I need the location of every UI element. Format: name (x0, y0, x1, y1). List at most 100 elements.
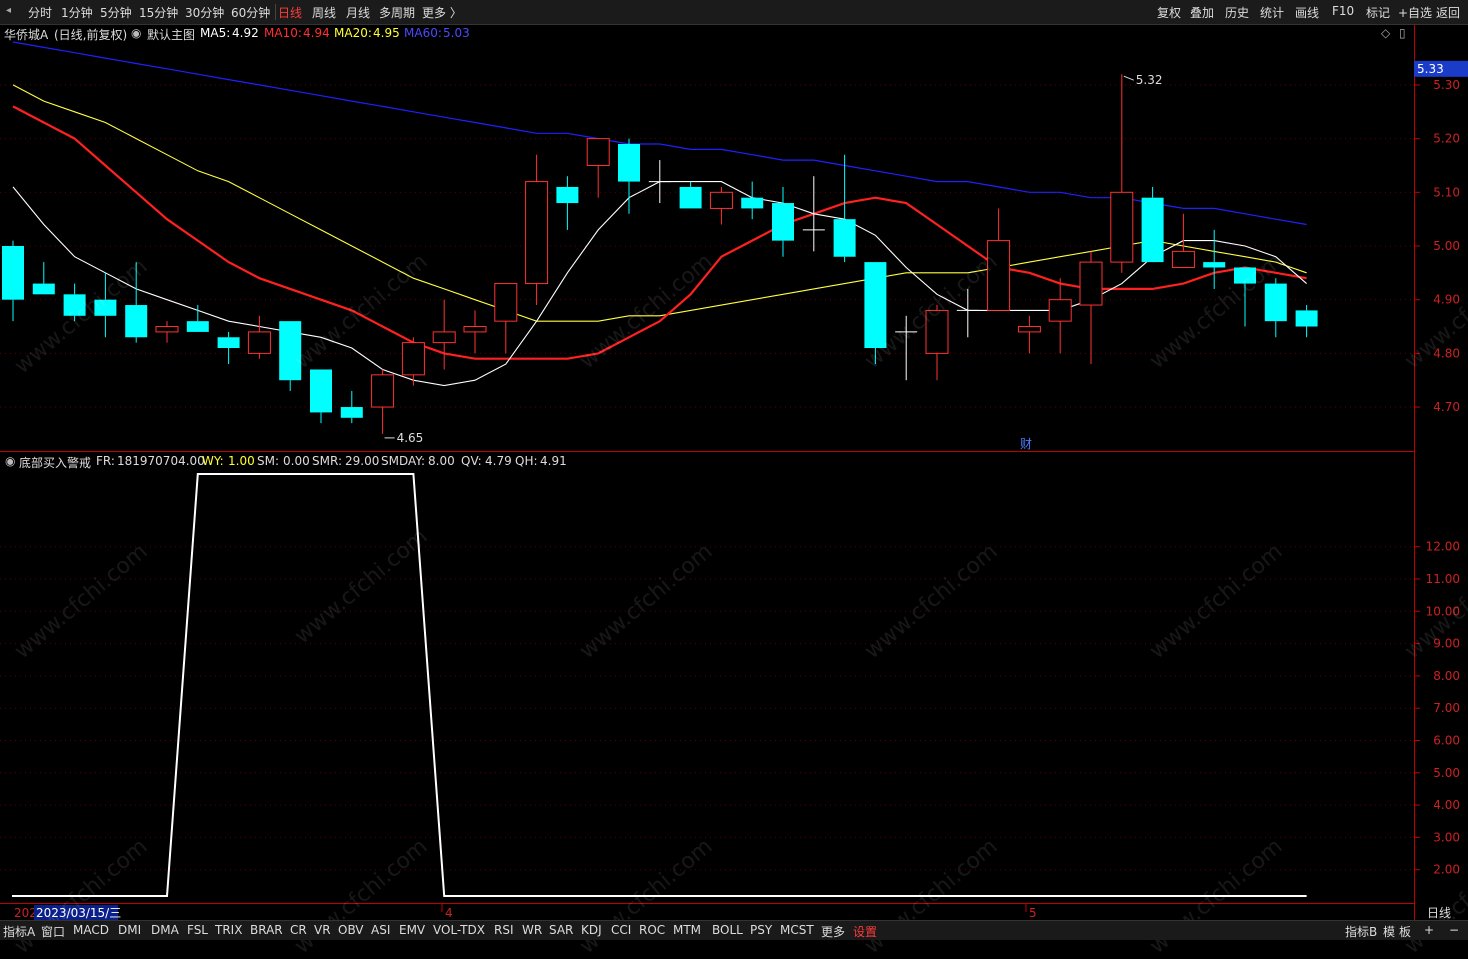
tab-mcst[interactable]: MCST (780, 923, 814, 937)
candle-up[interactable] (709, 191, 733, 209)
ma60-value: 5.03 (443, 26, 470, 40)
wy-label: WY: (202, 454, 224, 468)
qv-label: QV: (461, 454, 482, 468)
tab-window[interactable]: 窗口 (41, 923, 65, 940)
template-gear-icon[interactable]: ◉ (131, 26, 141, 40)
tab-more[interactable]: 更多 (821, 923, 845, 940)
candle-up[interactable] (1110, 191, 1134, 263)
indicator-line (12, 473, 1307, 897)
ma10-label: MA10: (264, 26, 302, 40)
panel-toggle-icon[interactable]: ▯ (1399, 26, 1406, 40)
tab-settings[interactable]: 设置 (853, 923, 877, 940)
tab-cr[interactable]: CR (290, 923, 307, 937)
candle-up[interactable] (463, 326, 487, 333)
ma20-value: 4.95 (373, 26, 400, 40)
candle-down[interactable] (186, 321, 209, 332)
tab-roc[interactable]: ROC (639, 923, 665, 937)
tab-mtm[interactable]: MTM (673, 923, 701, 937)
candle-up[interactable] (371, 374, 395, 408)
candle-up[interactable] (1079, 261, 1103, 306)
candle-down[interactable] (556, 186, 579, 204)
zoom-in-button[interactable]: + (1424, 923, 1434, 937)
fr-value: 181970704.00 (117, 454, 205, 468)
candle-up[interactable] (586, 138, 610, 166)
tab-emv[interactable]: EMV (399, 923, 425, 937)
candle-down[interactable] (833, 219, 856, 257)
price-tick-label: 5.20 (1433, 132, 1460, 146)
current-price-tag-text: 5.33 (1417, 62, 1444, 76)
candle-down[interactable] (32, 283, 55, 295)
candle-up[interactable] (432, 331, 456, 344)
candle-down[interactable] (679, 186, 702, 209)
chart-mode: (日线,前复权) (54, 28, 128, 42)
stock-name[interactable]: 华侨城A (4, 26, 48, 43)
tab-rsi[interactable]: RSI (494, 923, 514, 937)
qh-label: QH: (515, 454, 538, 468)
sub-info-bar: ◉ 底部买入警戒 FR: 181970704.00 WY: 1.00 SM: 0… (0, 453, 1410, 471)
indicator-a-tab[interactable]: 指标A (3, 923, 35, 940)
candle-up[interactable] (247, 331, 271, 354)
candle-down[interactable] (340, 407, 363, 418)
tab-kdj[interactable]: KDJ (581, 923, 602, 937)
month-label: 5 (1029, 906, 1037, 920)
price-tick-label: 4.90 (1433, 293, 1460, 307)
month-label: 4 (445, 906, 453, 920)
tab-psy[interactable]: PSY (750, 923, 772, 937)
main-info-bar: 华侨城A (日线,前复权) ◉ 默认主图 MA5: 4.92 MA10: 4.9… (0, 25, 1410, 43)
candle-down[interactable] (1203, 262, 1226, 268)
price-tick-label: 5.30 (1433, 78, 1460, 92)
ma10-value: 4.94 (303, 26, 330, 40)
fr-label: FR: (96, 454, 115, 468)
template-name[interactable]: 默认主图 (147, 26, 195, 43)
price-tick-label: 5.10 (1433, 185, 1460, 199)
indicator-tick-label: 8.00 (1433, 669, 1460, 683)
candle-up[interactable] (1017, 326, 1041, 333)
board-tab[interactable]: 板 (1399, 923, 1411, 940)
candle-down[interactable] (1264, 283, 1287, 322)
candle-down[interactable] (618, 144, 640, 182)
candle-up[interactable] (1171, 250, 1195, 268)
tab-fsl[interactable]: FSL (187, 923, 208, 937)
candle-down[interactable] (741, 197, 764, 209)
candle-down[interactable] (772, 203, 794, 241)
tab-asi[interactable]: ASI (371, 923, 390, 937)
indicator-tick-label: 12.00 (1426, 540, 1460, 554)
zoom-out-button[interactable]: − (1449, 923, 1459, 937)
sub-gear-icon[interactable]: ◉ (5, 454, 15, 468)
candle-down[interactable] (310, 369, 332, 413)
tab-vol-tdx[interactable]: VOL-TDX (433, 923, 485, 937)
tab-dma[interactable]: DMA (151, 923, 179, 937)
tab-obv[interactable]: OBV (338, 923, 364, 937)
tab-vr[interactable]: VR (314, 923, 331, 937)
tab-brar[interactable]: BRAR (250, 923, 283, 937)
tab-cci[interactable]: CCI (611, 923, 631, 937)
candle-up[interactable] (1048, 299, 1072, 322)
indicator-b-tab[interactable]: 指标B (1345, 923, 1377, 940)
tab-sar[interactable]: SAR (549, 923, 573, 937)
candle-up[interactable] (401, 342, 425, 376)
event-marker[interactable]: 财 (1020, 437, 1032, 451)
high-marker-arrow (1123, 75, 1134, 81)
sm-value: 0.00 (283, 454, 310, 468)
candle-up[interactable] (525, 181, 549, 285)
tab-trix[interactable]: TRIX (215, 923, 242, 937)
high-marker-label: 5.32 (1136, 73, 1163, 87)
candle-down[interactable] (2, 246, 24, 300)
price-tick-label: 4.70 (1433, 400, 1460, 414)
tab-boll[interactable]: BOLL (712, 923, 743, 937)
candle-down[interactable] (125, 305, 148, 338)
indicator-tick-label: 3.00 (1433, 830, 1460, 844)
tab-wr[interactable]: WR (522, 923, 542, 937)
candle-up[interactable] (155, 326, 179, 333)
candle-down[interactable] (1141, 197, 1164, 263)
ma60-label: MA60: (404, 26, 442, 40)
qh-value: 4.91 (540, 454, 567, 468)
candle-down[interactable] (1295, 310, 1318, 327)
tab-dmi[interactable]: DMI (118, 923, 141, 937)
candle-down[interactable] (217, 337, 240, 348)
candle-up[interactable] (494, 283, 518, 322)
diamond-icon[interactable]: ◇ (1381, 26, 1390, 40)
tab-macd[interactable]: MACD (73, 923, 109, 937)
indicator-name[interactable]: 底部买入警戒 (19, 454, 91, 471)
template-tab[interactable]: 模 (1383, 923, 1395, 940)
